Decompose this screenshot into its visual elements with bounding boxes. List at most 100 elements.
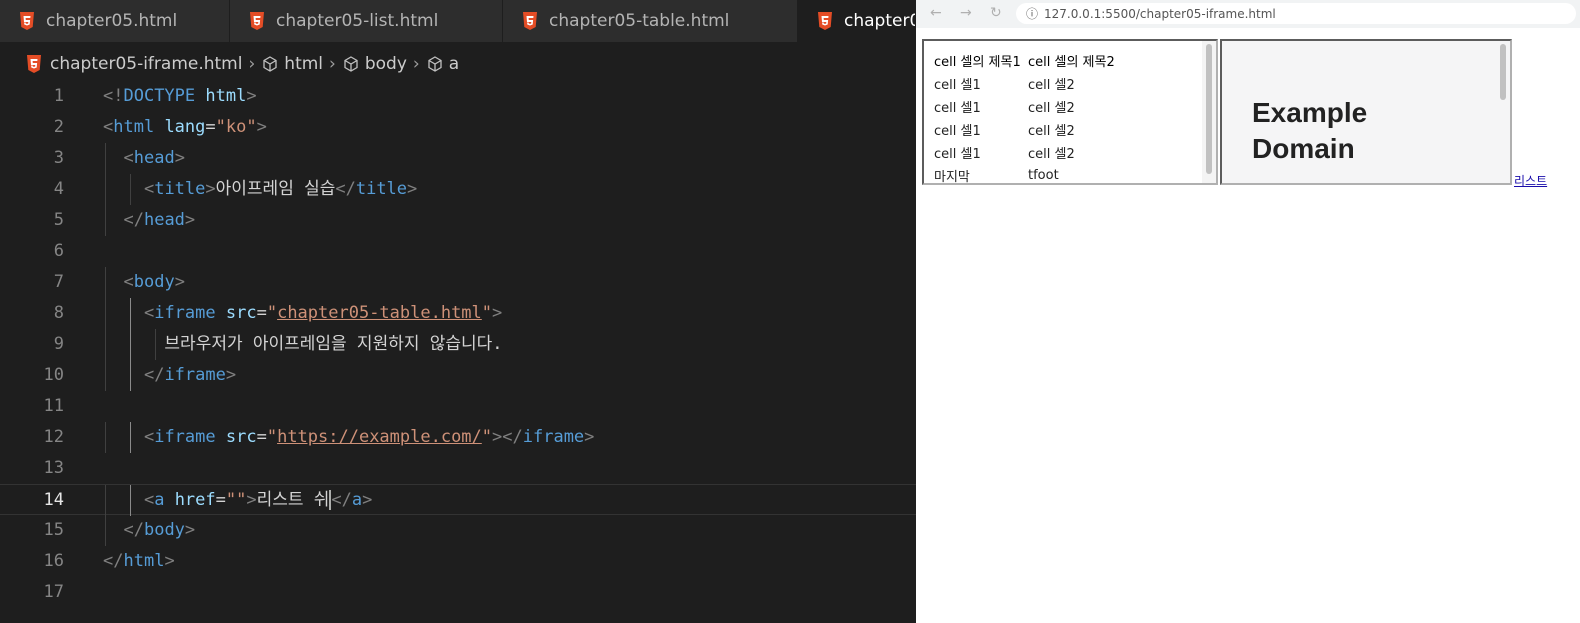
line-number: 7 [53, 272, 64, 292]
tab-chapter05-table[interactable]: chapter05-table.html [503, 0, 798, 42]
info-icon[interactable]: ⓘ [1026, 5, 1038, 22]
code-line[interactable]: 3 <head> [0, 143, 916, 174]
breadcrumb-file[interactable]: chapter05-iframe.html [50, 54, 242, 74]
html5-file-icon [523, 12, 537, 30]
code-line[interactable]: 6 [0, 236, 916, 267]
symbol-cube-icon [344, 56, 358, 72]
line-number: 12 [43, 427, 64, 447]
code-token: > [184, 210, 196, 230]
table-footer-cell: 마지막 [934, 170, 970, 185]
scrollbar-thumb[interactable] [1500, 44, 1506, 100]
code-token: </ [123, 210, 144, 230]
code-text: </body> [103, 515, 195, 546]
reload-icon[interactable]: ↻ [990, 5, 1002, 21]
line-number: 16 [43, 551, 64, 571]
back-arrow-icon[interactable]: ← [930, 5, 942, 21]
iframe-table[interactable]: cell 셀의 제목1 cell 셀의 제목2 cell 셀1 cell 셀2 … [922, 39, 1218, 185]
code-token: ></ [492, 427, 523, 447]
html5-file-icon [20, 12, 34, 30]
line-number: 14 [43, 490, 64, 510]
code-text: <body> [103, 267, 184, 298]
code-token: > [205, 179, 216, 199]
code-token: 브라우저가 아이프레임을 지원하지 않습니다. [164, 334, 503, 354]
scrollbar-thumb[interactable] [1206, 44, 1212, 174]
table-row: cell 셀1 cell 셀2 [934, 72, 1115, 95]
code-token: </ [143, 365, 165, 385]
code-token: title [355, 179, 408, 199]
code-token: > [225, 365, 237, 385]
code-line[interactable]: 17 [0, 577, 916, 608]
table-header-cell: cell 셀의 제목1 [934, 55, 1021, 70]
code-line[interactable]: 1 <!DOCTYPE html> [0, 81, 916, 112]
tab-chapter05-iframe[interactable]: chapter05-iframe.html [798, 0, 916, 42]
table-footer-cell: tfoot [1028, 168, 1059, 183]
breadcrumb-item-a[interactable]: a [449, 54, 459, 74]
code-line[interactable]: 4 <title>아이프레임 실습</title> [0, 174, 916, 205]
code-token: < [123, 272, 134, 292]
html5-file-icon [818, 12, 832, 30]
code-token: > [492, 303, 503, 323]
table-cell: cell 셀1 [934, 78, 981, 93]
code-token: iframe [164, 365, 226, 385]
code-line[interactable]: 16 </html> [0, 546, 916, 577]
code-line[interactable]: 8 <iframe src="chapter05-table.html"> [0, 298, 916, 329]
code-token: head [143, 210, 185, 230]
code-token: src [215, 303, 257, 323]
line-number: 6 [53, 241, 64, 261]
breadcrumb-item-html[interactable]: html [284, 54, 323, 74]
code-text: <iframe src="chapter05-table.html"> [103, 298, 502, 329]
code-token: "ko" [215, 117, 257, 137]
table-footer-row: 마지막 tfoot [934, 164, 1115, 185]
table-cell: cell 셀1 [934, 124, 981, 139]
iframe-scrollbar[interactable] [1202, 41, 1216, 183]
code-token: > [184, 520, 196, 540]
table-cell: cell 셀2 [1028, 78, 1075, 93]
code-line[interactable]: 15 </body> [0, 515, 916, 546]
code-line[interactable]: 2 <html lang="ko"> [0, 112, 916, 143]
browser-window: ← → ↻ ⓘ 127.0.0.1:5500/chapter05-iframe.… [916, 0, 1580, 623]
code-line[interactable]: 13 [0, 453, 916, 484]
forward-arrow-icon[interactable]: → [960, 5, 972, 21]
tab-label: chapter05-list.html [276, 11, 439, 31]
code-line[interactable]: 5 </head> [0, 205, 916, 236]
code-line[interactable]: 9 브라우저가 아이프레임을 지원하지 않습니다. [0, 329, 916, 360]
breadcrumb-item-body[interactable]: body [365, 54, 407, 74]
code-token: body [143, 520, 185, 540]
code-line[interactable]: 11 [0, 391, 916, 422]
line-number: 8 [53, 303, 64, 323]
code-editor: chapter05.html chapter05-list.html chapt… [0, 0, 916, 623]
iframe-example-domain[interactable]: Example Domain [1220, 39, 1512, 185]
list-link[interactable]: 리스트 [1514, 172, 1547, 189]
code-token: " [481, 427, 493, 447]
code-line[interactable]: 12 <iframe src="https://example.com/"></… [0, 422, 916, 453]
code-line[interactable]: 14 <a href="">리스트 쉬 </a> [0, 484, 916, 516]
code-token: head [133, 148, 175, 168]
code-token: > [246, 490, 257, 510]
code-text: <html lang="ko"> [103, 112, 267, 143]
code-line[interactable]: 7 <body> [0, 267, 916, 298]
code-token: href [164, 490, 216, 510]
table-row: cell 셀1 cell 셀2 [934, 95, 1115, 118]
code-token: </ [123, 520, 144, 540]
code-text: </iframe> [103, 360, 236, 391]
code-token: = [256, 303, 267, 323]
html5-file-icon [250, 12, 264, 30]
code-line[interactable]: 10 </iframe> [0, 360, 916, 391]
iframe-scrollbar[interactable] [1496, 41, 1510, 183]
tab-chapter05-list[interactable]: chapter05-list.html [230, 0, 503, 42]
code-token: " [481, 303, 493, 323]
code-token: </ [335, 179, 356, 199]
line-number: 17 [43, 582, 64, 602]
chevron-right-icon: › [329, 54, 336, 74]
address-bar[interactable]: ⓘ 127.0.0.1:5500/chapter05-iframe.html [1016, 3, 1576, 24]
table-cell: cell 셀2 [1028, 101, 1075, 116]
tab-chapter05[interactable]: chapter05.html [0, 0, 230, 42]
code-text: <a href="">리스트 쉬 </a> [103, 485, 372, 516]
line-number: 10 [43, 365, 64, 385]
code-token: < [143, 490, 155, 510]
